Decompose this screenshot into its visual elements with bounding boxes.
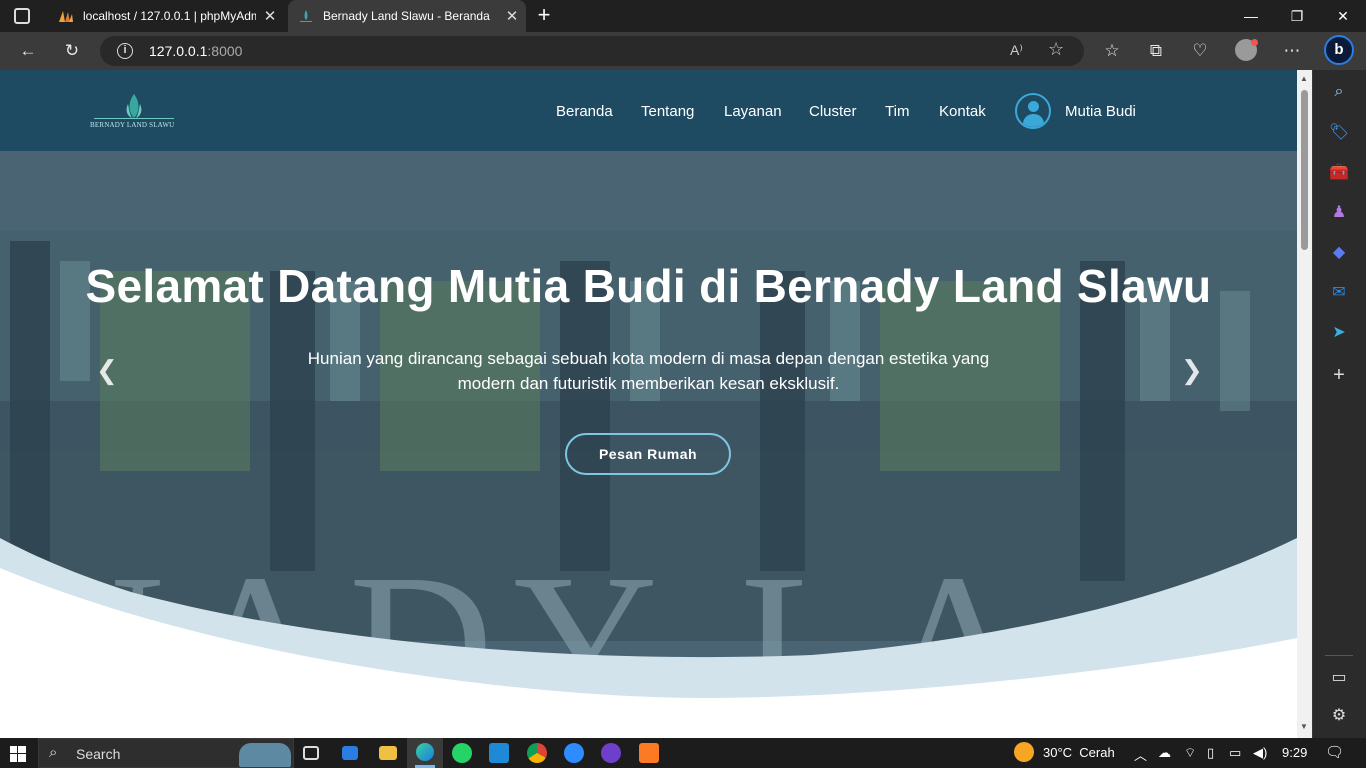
- scroll-up-icon[interactable]: ▲: [1300, 74, 1308, 83]
- browser-essentials-icon[interactable]: ♡: [1183, 32, 1217, 70]
- tab-title: Bernady Land Slawu - Beranda: [323, 9, 490, 23]
- outlook-icon[interactable]: ✉: [1327, 280, 1351, 304]
- search-label: Search: [76, 746, 121, 762]
- search-icon: ⌕: [49, 744, 58, 761]
- hide-sidebar-icon[interactable]: ▭: [1327, 665, 1351, 689]
- games-icon[interactable]: ♟: [1327, 200, 1351, 224]
- refresh-icon[interactable]: ↻: [55, 32, 89, 70]
- search-icon[interactable]: ⌕: [1327, 80, 1351, 104]
- windows-taskbar: ⌕ Search 30°C Cerah ︿ ☁ ⌔ ▯ ▭ ◀) 9:29 🗨: [0, 738, 1366, 768]
- close-tab-icon[interactable]: ✕: [256, 7, 284, 25]
- more-options-icon[interactable]: ⋯: [1275, 32, 1309, 70]
- clock-time[interactable]: 9:29: [1282, 745, 1307, 760]
- shopping-tag-icon[interactable]: 🏷: [1327, 120, 1351, 144]
- tools-icon[interactable]: 🧰: [1327, 160, 1351, 184]
- collections-icon[interactable]: ⧉: [1139, 32, 1173, 70]
- wifi-icon[interactable]: ⌔: [1184, 745, 1196, 761]
- mail-app-icon[interactable]: [342, 746, 358, 760]
- nav-tentang[interactable]: Tentang: [641, 103, 694, 120]
- weather-text[interactable]: 30°C Cerah: [1043, 745, 1115, 760]
- scrollbar-thumb[interactable]: [1301, 90, 1308, 250]
- restore-button[interactable]: ❐: [1274, 0, 1320, 32]
- file-explorer-icon[interactable]: [379, 746, 397, 760]
- bernady-favicon-icon: [300, 10, 312, 22]
- nav-cluster[interactable]: Cluster: [809, 103, 857, 120]
- github-icon[interactable]: [601, 743, 621, 763]
- hero-title: Selamat Datang Mutia Budi di Bernady Lan…: [85, 260, 1212, 312]
- vscode-icon[interactable]: [489, 743, 509, 763]
- profile-notification-dot: [1251, 39, 1258, 46]
- settings-gear-icon[interactable]: ⚙: [1327, 703, 1351, 727]
- taskbar-search-box[interactable]: ⌕ Search: [38, 738, 294, 768]
- new-tab-button[interactable]: +: [532, 3, 556, 27]
- device-icon[interactable]: ▯: [1207, 745, 1214, 761]
- web-page: BERNADY LAND SLAWU Beranda Tentang Layan…: [0, 70, 1297, 738]
- user-avatar-icon[interactable]: [1015, 93, 1051, 129]
- scroll-down-icon[interactable]: ▼: [1300, 722, 1308, 731]
- browser-tab-bar: localhost / 127.0.0.1 | phpMyAdmin ✕ Ber…: [0, 0, 1366, 32]
- site-navbar: BERNADY LAND SLAWU Beranda Tentang Layan…: [0, 70, 1297, 151]
- task-view-icon[interactable]: [303, 746, 319, 760]
- url-text: 127.0.0.1:8000: [149, 43, 242, 59]
- battery-icon[interactable]: ▭: [1229, 745, 1241, 761]
- back-icon[interactable]: ←: [11, 32, 45, 70]
- tab-bernady-land[interactable]: Bernady Land Slawu - Beranda ✕: [288, 0, 526, 32]
- nav-beranda[interactable]: Beranda: [556, 103, 613, 120]
- whatsapp-icon[interactable]: [452, 743, 472, 763]
- copilot-icon[interactable]: ◆: [1327, 240, 1351, 264]
- site-info-icon[interactable]: i: [117, 43, 133, 59]
- hero-subtitle-line1: Hunian yang dirancang sebagai sebuah kot…: [307, 349, 990, 368]
- minimize-button[interactable]: —: [1228, 0, 1274, 32]
- nav-tim[interactable]: Tim: [885, 103, 909, 120]
- bing-copilot-icon[interactable]: b: [1324, 35, 1354, 65]
- carousel-prev-icon[interactable]: ❮: [96, 355, 118, 386]
- chrome-icon[interactable]: [527, 743, 547, 763]
- zoom-icon[interactable]: [564, 743, 584, 763]
- tab-title: localhost / 127.0.0.1 | phpMyAdmin: [83, 9, 256, 23]
- tab-actions-icon[interactable]: [14, 8, 30, 24]
- notification-icon[interactable]: 🗨: [1325, 743, 1344, 761]
- browser-toolbar: ← ↻ i 127.0.0.1:8000 A⁾ ☆ ☆ ⧉ ♡ ⋯ b: [0, 32, 1366, 70]
- weather-sun-icon[interactable]: [1014, 742, 1034, 762]
- add-sidebar-app-icon[interactable]: +: [1327, 363, 1351, 387]
- logo-text: BERNADY LAND SLAWU: [90, 121, 175, 129]
- telegram-icon[interactable]: ➤: [1327, 320, 1351, 344]
- volume-icon[interactable]: ◀): [1253, 745, 1267, 761]
- hero-wave-white: [0, 568, 1297, 738]
- pesan-rumah-button[interactable]: Pesan Rumah: [565, 433, 731, 475]
- search-highlight-whale-icon: [239, 743, 291, 767]
- hero-subtitle: Hunian yang dirancang sebagai sebuah kot…: [300, 346, 997, 396]
- read-aloud-icon[interactable]: A⁾: [1010, 42, 1023, 59]
- favorites-icon[interactable]: ☆: [1095, 32, 1129, 70]
- sidebar-divider: [1325, 655, 1353, 656]
- windows-start-icon[interactable]: [10, 746, 26, 762]
- site-logo[interactable]: BERNADY LAND SLAWU: [90, 92, 180, 132]
- close-tab-icon[interactable]: ✕: [498, 7, 526, 25]
- close-window-button[interactable]: ✕: [1320, 0, 1366, 32]
- nav-layanan[interactable]: Layanan: [724, 103, 782, 120]
- edge-sidebar: ⌕ 🏷 🧰 ♟ ◆ ✉ ➤ + ▭ ⚙: [1312, 70, 1366, 738]
- xampp-icon[interactable]: [639, 743, 659, 763]
- tab-phpmyadmin[interactable]: localhost / 127.0.0.1 | phpMyAdmin ✕: [48, 0, 284, 32]
- url-port: :8000: [207, 43, 243, 59]
- url-host: 127.0.0.1: [149, 43, 208, 59]
- nav-kontak[interactable]: Kontak: [939, 103, 986, 120]
- logo-flame-icon: [94, 94, 174, 119]
- page-scrollbar[interactable]: ▲ ▼: [1297, 70, 1312, 738]
- edge-taskbar-icon[interactable]: [407, 738, 443, 768]
- user-name[interactable]: Mutia Budi: [1065, 103, 1136, 120]
- hero-subtitle-line2: modern dan futuristik memberikan kesan e…: [457, 374, 840, 393]
- tray-chevron-icon[interactable]: ︿: [1134, 745, 1147, 764]
- phpmyadmin-favicon-icon: [59, 11, 73, 22]
- address-bar[interactable]: i 127.0.0.1:8000 A⁾ ☆: [100, 36, 1084, 66]
- favorite-star-icon[interactable]: ☆: [1048, 39, 1064, 60]
- carousel-next-icon[interactable]: ❯: [1181, 355, 1203, 386]
- onedrive-cloud-icon[interactable]: ☁: [1158, 745, 1171, 761]
